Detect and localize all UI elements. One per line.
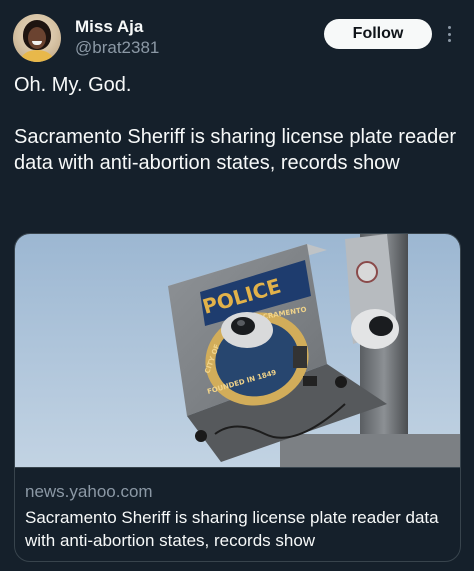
link-card[interactable]: POLICE SACRAMENTO CITY OF FOUNDED IN 184…: [14, 233, 461, 562]
user-handle[interactable]: @brat2381: [75, 38, 159, 58]
card-title: Sacramento Sheriff is sharing license pl…: [25, 508, 439, 550]
user-avatar[interactable]: [13, 14, 61, 62]
tweet-text: Oh. My. God. Sacramento Sheriff is shari…: [14, 74, 457, 174]
police-camera-image[interactable]: POLICE SACRAMENTO CITY OF FOUNDED IN 184…: [15, 234, 461, 467]
more-vertical-icon[interactable]: [441, 24, 457, 44]
card-domain: news.yahoo.com: [25, 482, 153, 501]
card-info[interactable]: news.yahoo.com Sacramento Sheriff is sha…: [15, 467, 460, 561]
user-display-name[interactable]: Miss Aja: [75, 17, 143, 37]
follow-button[interactable]: Follow: [324, 19, 432, 49]
tweet-header: Miss Aja @brat2381 Follow: [13, 14, 462, 64]
